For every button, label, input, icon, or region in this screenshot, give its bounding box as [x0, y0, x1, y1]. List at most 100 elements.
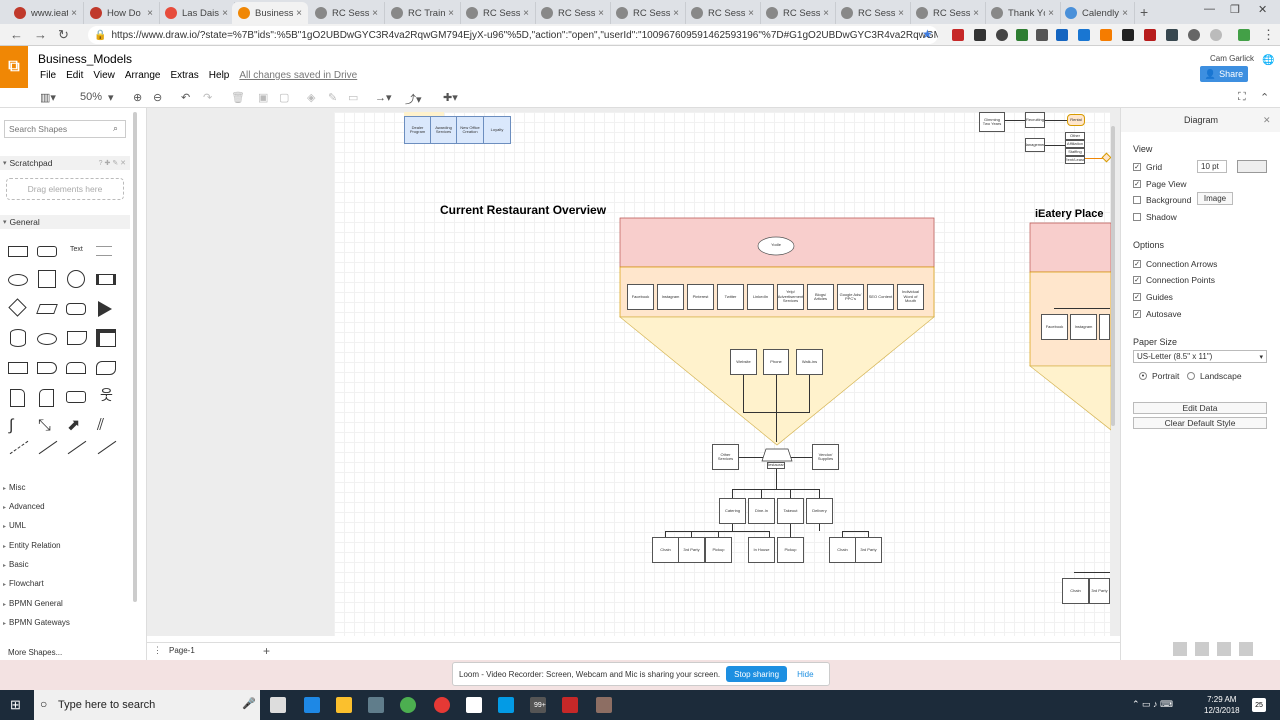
zoom-out-icon[interactable]: ⊖ [153, 91, 162, 104]
grid-size-input[interactable]: 10 pt [1197, 160, 1227, 173]
extension-icon[interactable] [1100, 29, 1112, 41]
app-icon[interactable] [596, 697, 612, 713]
circle-shape[interactable] [67, 270, 85, 288]
tab-close-icon[interactable]: × [598, 8, 604, 19]
collapse-icon[interactable]: ⌃ [1260, 91, 1269, 104]
diagram-node[interactable]: 3rd Party [678, 537, 705, 563]
ellipse-shape[interactable] [8, 274, 28, 286]
shadow-checkbox[interactable]: Shadow [1133, 212, 1177, 222]
diagram-node[interactable]: 3rd Party [1089, 578, 1110, 604]
directional-connector-shape[interactable] [97, 440, 117, 455]
clock[interactable]: 7:29 AM 12/3/2018 [1204, 694, 1240, 716]
diagram-node[interactable]: 3rd Party [855, 537, 882, 563]
diagram-node[interactable]: Rent/Lease [1065, 156, 1085, 164]
tab-close-icon[interactable]: × [673, 8, 679, 19]
browser-tab[interactable]: Business × [232, 2, 308, 24]
tab-close-icon[interactable]: × [448, 8, 454, 19]
step-shape[interactable] [37, 362, 57, 374]
line-color-icon[interactable]: ✎ [328, 91, 337, 104]
extension-icon[interactable] [1016, 29, 1028, 41]
text-shape[interactable]: Text [70, 246, 83, 253]
scratchpad-tools-icon[interactable]: ? ✚ ✎ ✕ [99, 159, 130, 167]
social-channel-node[interactable]: Google Ads/ PPC's [837, 284, 864, 310]
tab-close-icon[interactable]: × [147, 8, 153, 19]
to-back-icon[interactable]: ▢ [279, 91, 289, 104]
card-shape[interactable] [39, 389, 54, 407]
diagram-node[interactable]: Phone [763, 349, 789, 375]
diagram-canvas[interactable]: Dealer Program Awarding Services New Off… [147, 108, 1120, 636]
tape-shape[interactable] [96, 361, 116, 375]
radio-icon[interactable] [1187, 372, 1195, 380]
tab-close-icon[interactable]: × [973, 8, 979, 19]
browser-tab[interactable]: RC Sessi × [610, 2, 686, 24]
browser-tab[interactable]: RC Sessi × [835, 2, 911, 24]
tab-close-icon[interactable]: × [296, 8, 302, 19]
process-shape[interactable] [96, 274, 116, 285]
menu-help[interactable]: Help [209, 70, 230, 81]
chrome-icon[interactable] [400, 697, 416, 713]
autosave-checkbox[interactable]: ✓ Autosave [1133, 309, 1181, 319]
landscape-radio[interactable]: Landscape [1187, 371, 1242, 381]
forward-icon[interactable]: → [34, 27, 47, 42]
diagram-node[interactable]: Gimming Two Years [979, 112, 1005, 132]
double-line-shape[interactable]: ⫽ [97, 418, 104, 434]
social-channel-node[interactable]: Twitter [717, 284, 744, 310]
document-shape[interactable] [67, 331, 87, 345]
facebook-icon[interactable] [1195, 642, 1209, 656]
menu-edit[interactable]: Edit [66, 70, 83, 81]
undo-icon[interactable]: ↶ [181, 91, 190, 104]
file-explorer-icon[interactable] [336, 697, 352, 713]
diagram-node[interactable]: Staffing [1065, 148, 1085, 156]
bidirectional-arrow-shape[interactable]: ⤡ [38, 418, 51, 434]
diamond-shape[interactable] [8, 298, 27, 317]
diagram-node[interactable]: In House [748, 537, 775, 563]
checkbox-icon[interactable]: ✓ [1133, 163, 1141, 171]
diagram-node[interactable]: Affiliation [1065, 140, 1085, 148]
menu-file[interactable]: File [40, 70, 56, 81]
diagram-node[interactable]: Pickup [705, 537, 732, 563]
diagram-node[interactable]: Chain [652, 537, 679, 563]
shadow-icon[interactable]: ▭ [348, 91, 358, 104]
browser-tab[interactable]: RC Sessi × [460, 2, 536, 24]
extension-icon[interactable] [1166, 29, 1178, 41]
diagram-node[interactable]: New Office Creation [456, 116, 484, 144]
social-channel-node[interactable]: Instagram [657, 284, 684, 310]
extension-icon[interactable] [1144, 29, 1156, 41]
browser-tab[interactable]: RC Traini × [385, 2, 461, 24]
social-channel-node[interactable]: Pinterest [687, 284, 714, 310]
bookmark-star-icon[interactable]: ★ [922, 27, 933, 41]
skype-icon[interactable] [498, 697, 514, 713]
stop-sharing-button[interactable]: Stop sharing [726, 666, 788, 682]
connection-style-icon[interactable]: →▾ [375, 91, 392, 104]
paper-size-select[interactable]: US-Letter (8.5" x 11") ▾ [1133, 350, 1267, 363]
scratchpad-header[interactable]: ▾ Scratchpad? ✚ ✎ ✕ [0, 156, 130, 170]
maximize-icon[interactable]: ❐ [1230, 3, 1240, 16]
category-misc[interactable]: ▸ Misc [0, 483, 130, 492]
browser-tab[interactable]: RC Sessi × [309, 2, 385, 24]
zoom-level[interactable]: 50% [80, 91, 102, 103]
image-button[interactable]: Image [1197, 192, 1233, 205]
social-channel-node[interactable]: Blogs/ Articles [807, 284, 834, 310]
cube-shape[interactable] [8, 362, 28, 374]
menu-arrange[interactable]: Arrange [125, 70, 161, 81]
diagram-node[interactable]: Recruiting [1025, 112, 1045, 128]
address-bar[interactable]: 🔒 https://www.draw.io/?state=%7B"ids":%5B… [88, 26, 938, 44]
hide-button[interactable]: Hide [797, 670, 813, 679]
extension-icon[interactable] [1078, 29, 1090, 41]
redo-icon[interactable]: ↷ [203, 91, 212, 104]
browser-tab[interactable]: Thank Yc × [985, 2, 1061, 24]
clear-default-style-button[interactable]: Clear Default Style [1133, 417, 1267, 429]
extension-icon[interactable] [1210, 29, 1222, 41]
tab-close-icon[interactable]: × [372, 8, 378, 19]
portrait-radio[interactable]: • Portrait [1139, 371, 1179, 381]
page-view-checkbox[interactable]: ✓ Page View [1133, 179, 1186, 189]
diagram-node[interactable]: Awarding Services [430, 116, 457, 144]
app-icon[interactable] [562, 697, 578, 713]
reload-icon[interactable]: ↻ [58, 27, 69, 43]
category-basic[interactable]: ▸ Basic [0, 560, 130, 569]
extension-icon[interactable] [1122, 29, 1134, 41]
cylinder-shape[interactable] [10, 329, 26, 347]
tray-icons[interactable]: ⌃ ▭ ♪ ⌨ [1132, 699, 1173, 710]
minimize-icon[interactable]: — [1204, 3, 1215, 15]
diagram-node[interactable]: Restaurant [767, 462, 785, 469]
